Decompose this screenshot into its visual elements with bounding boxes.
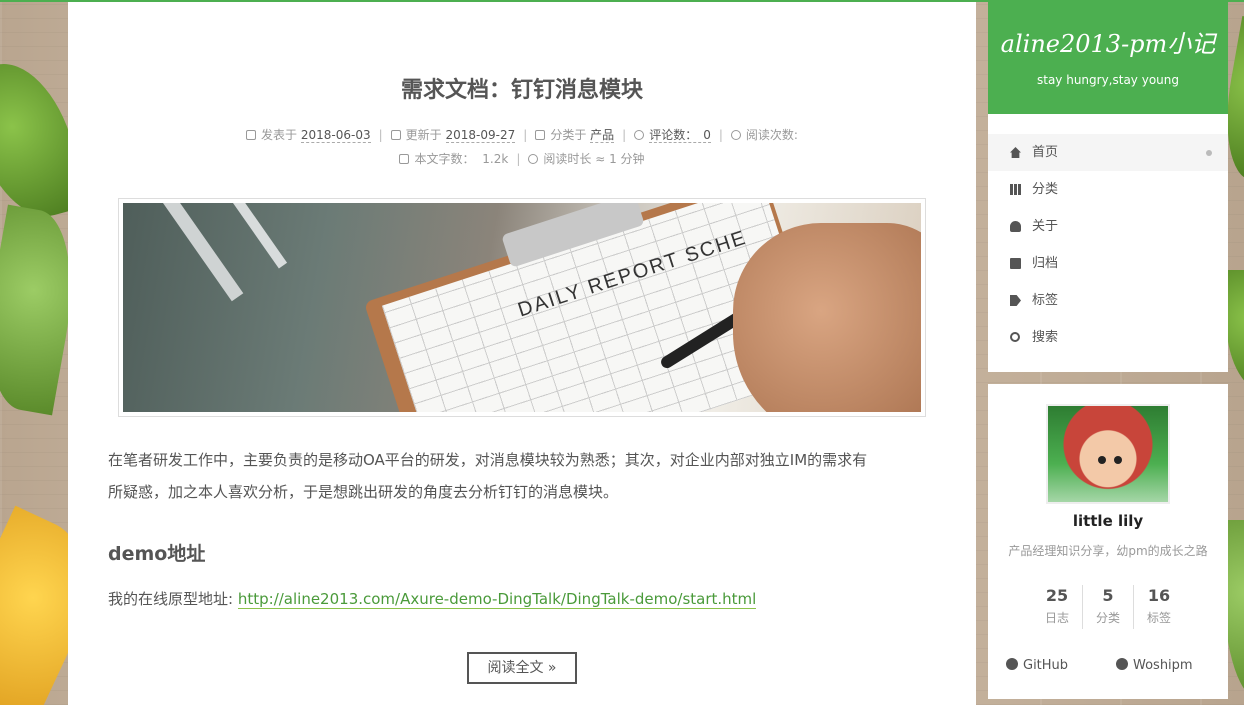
github-label: GitHub [1023, 658, 1069, 673]
updated-label: 更新于 [405, 128, 442, 142]
section-heading: demo地址 [108, 543, 206, 565]
category-meta: 分类于 产品 [535, 123, 615, 147]
readtime-label: 阅读时长 ≈ [543, 152, 606, 166]
comments-label: 评论数： [649, 128, 698, 142]
post-meta: 发表于 2018-06-03 | 更新于 2018-09-27 | 分类于 产品… [128, 123, 916, 171]
nav-item-search[interactable]: 搜索 [988, 319, 1228, 356]
tweezers-decoration [233, 203, 288, 269]
clock-icon [528, 154, 539, 164]
comments-meta[interactable]: 评论数： 0 [634, 123, 711, 147]
category-label: 分类于 [550, 128, 587, 142]
tags-icon [1010, 295, 1021, 306]
nav-item-archives[interactable]: 归档 [988, 245, 1228, 282]
demo-paragraph: 我的在线原型地址: http://aline2013.com/Axure-dem… [108, 584, 757, 614]
post-title[interactable]: 需求文档：钉钉消息模块 [68, 72, 976, 104]
globe-icon [1116, 658, 1128, 670]
comments-count: 0 [703, 128, 711, 142]
post-card: 需求文档：钉钉消息模块 发表于 2018-06-03 | 更新于 2018-09… [68, 2, 976, 705]
author-name: little lily [1072, 512, 1144, 530]
read-more-button[interactable]: 阅读全文 » [467, 652, 577, 684]
nav-label: 标签 [1032, 293, 1059, 308]
user-icon [1010, 221, 1021, 232]
stat-label: 日志 [1044, 611, 1069, 625]
stat-categories[interactable]: 5 分类 [1082, 585, 1133, 629]
post-excerpt: 在笔者研发工作中，主要负责的是移动OA平台的研发，对消息模块较为熟悉；其次，对企… [108, 444, 938, 508]
nav-label: 搜索 [1032, 330, 1059, 345]
stat-count: 5 [1102, 586, 1114, 605]
file-word-icon [399, 154, 410, 164]
category-link[interactable]: 产品 [590, 128, 615, 143]
calendar-check-icon [390, 130, 401, 140]
site-brand: aline2013-pm小记 stay hungry,stay young [988, 0, 1228, 114]
stat-tags[interactable]: 16 标签 [1133, 585, 1184, 629]
nav-item-tags[interactable]: 标签 [988, 282, 1228, 319]
excerpt-line: 所疑惑，加之本人喜欢分析，于是想跳出研发的角度去分析钉钉的消息模块。 [108, 483, 619, 501]
top-accent-bar [0, 0, 1244, 2]
stat-count: 25 [1045, 586, 1069, 605]
tweezers-decoration [163, 203, 244, 302]
nav-item-about[interactable]: 关于 [988, 208, 1228, 245]
github-link[interactable]: GitHub [1006, 656, 1068, 676]
leaf-decoration [1226, 270, 1244, 390]
site-stats: 25 日志 5 分类 16 标签 [1032, 585, 1184, 629]
eye-icon [730, 130, 741, 140]
demo-label: 我的在线原型地址: [108, 590, 234, 608]
readtime-meta: 阅读时长 ≈ 1 分钟 [528, 147, 645, 171]
site-subtitle: stay hungry,stay young [1036, 73, 1179, 87]
nav-label: 首页 [1032, 145, 1059, 160]
wordcount-label: 本文字数： [414, 152, 475, 166]
posted-label: 发表于 [261, 128, 298, 142]
author-profile: little lily 产品经理知识分享，幼pm的成长之路 25 日志 5 分类… [988, 384, 1228, 699]
demo-link[interactable]: http://aline2013.com/Axure-demo-DingTalk… [237, 590, 757, 609]
folder-icon [535, 130, 546, 140]
home-icon [1010, 147, 1021, 158]
daily-report-photo: DAILY REPORT SCHE [123, 203, 921, 412]
views-label: 阅读次数: [745, 128, 798, 142]
woshipm-link[interactable]: Woshipm [1116, 656, 1193, 676]
updated-date: 2018-09-27 [445, 128, 516, 143]
avatar-eye [1098, 456, 1106, 464]
author-description: 产品经理知识分享，幼pm的成长之路 [1008, 544, 1208, 558]
avatar-eye [1114, 456, 1122, 464]
views-meta: 阅读次数: [730, 123, 798, 147]
posted-meta: 发表于 2018-06-03 [246, 123, 371, 147]
post-cover-image[interactable]: DAILY REPORT SCHE [118, 198, 926, 417]
stat-label: 标签 [1146, 611, 1171, 625]
stat-label: 分类 [1095, 611, 1120, 625]
nav-item-home[interactable]: 首页 [988, 134, 1228, 171]
readtime-value: 1 分钟 [609, 152, 645, 166]
posted-date: 2018-06-03 [300, 128, 371, 143]
woshipm-label: Woshipm [1133, 658, 1193, 673]
social-links: GitHub Woshipm [988, 656, 1228, 676]
comments-link[interactable]: 评论数： 0 [649, 128, 711, 143]
excerpt-line: 在笔者研发工作中，主要负责的是移动OA平台的研发，对消息模块较为熟悉；其次，对企… [108, 451, 868, 469]
stat-posts[interactable]: 25 日志 [1032, 585, 1082, 629]
site-nav: 首页 分类 关于 归档 标签 搜索 [988, 114, 1228, 372]
nav-label: 关于 [1032, 219, 1059, 234]
site-title[interactable]: aline2013-pm小记 [988, 24, 1228, 59]
th-icon [1010, 184, 1021, 195]
wordcount-meta: 本文字数： 1.2k [399, 147, 508, 171]
hand-shape [733, 223, 921, 412]
nav-item-categories[interactable]: 分类 [988, 171, 1228, 208]
nav-label: 归档 [1032, 256, 1059, 271]
archive-icon [1010, 258, 1021, 269]
search-icon [1010, 332, 1020, 342]
comment-icon [634, 130, 645, 140]
avatar [1046, 404, 1170, 504]
stat-count: 16 [1147, 586, 1171, 605]
nav-label: 分类 [1032, 182, 1059, 197]
github-icon [1006, 658, 1018, 670]
wordcount-value: 1.2k [482, 152, 509, 166]
updated-meta: 更新于 2018-09-27 [390, 123, 516, 147]
calendar-icon [246, 130, 257, 140]
active-dot-icon [1206, 150, 1212, 156]
